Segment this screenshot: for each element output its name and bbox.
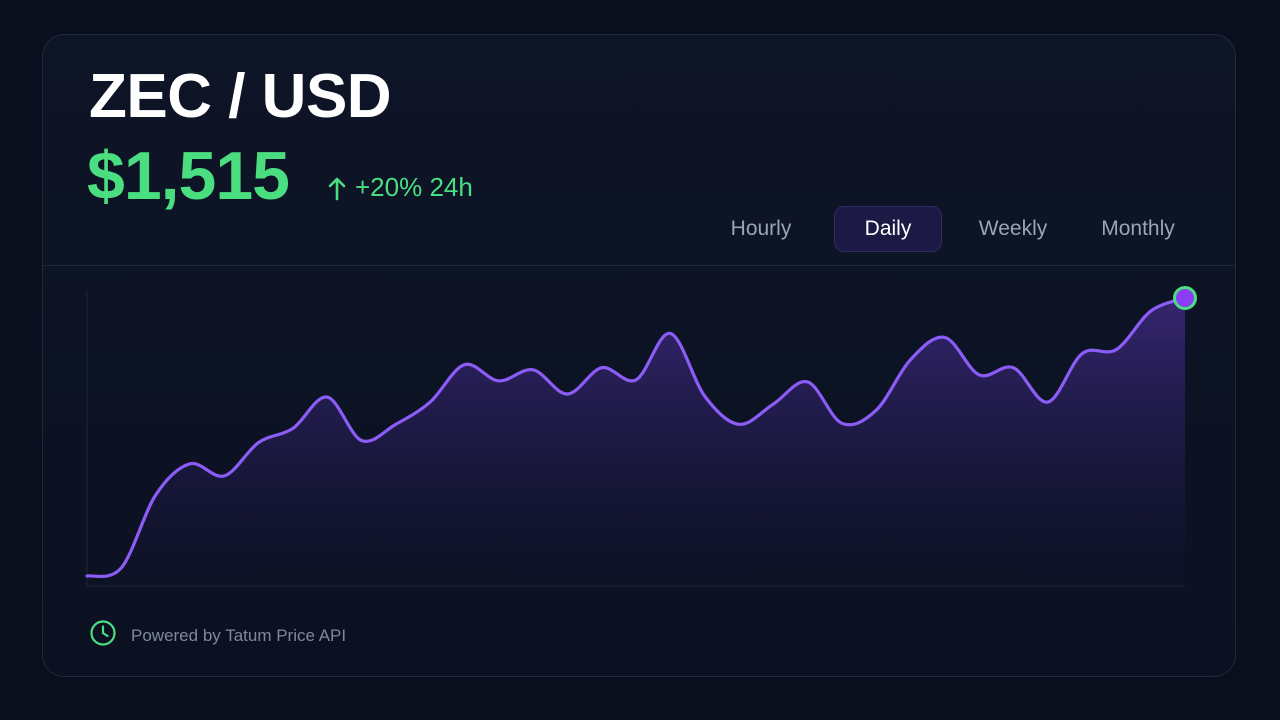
data-point <box>840 421 844 425</box>
tab-hourly[interactable]: Hourly <box>707 206 815 252</box>
data-point <box>771 402 775 406</box>
price-card: ZEC / USD $1,515 +20% 24h Hourly Daily W… <box>42 34 1236 677</box>
data-point <box>1149 309 1153 313</box>
data-point <box>1080 352 1084 356</box>
data-point <box>497 379 501 383</box>
data-point <box>634 378 638 382</box>
data-point <box>668 331 672 335</box>
data-point <box>85 574 89 578</box>
data-point <box>703 394 707 398</box>
data-point <box>600 366 604 370</box>
data-point <box>222 474 226 478</box>
data-point <box>257 441 261 445</box>
data-point <box>428 400 432 404</box>
arrow-up-icon <box>327 175 347 201</box>
price-chart <box>85 286 1197 587</box>
data-point <box>394 422 398 426</box>
data-point <box>462 363 466 367</box>
data-point <box>737 422 741 426</box>
footer-credit: Powered by Tatum Price API <box>131 625 347 645</box>
data-point <box>943 335 947 339</box>
data-point <box>531 368 535 372</box>
timeframe-tabs: Hourly Daily Weekly Monthly <box>707 206 1197 252</box>
data-point <box>874 408 878 412</box>
data-point <box>909 358 913 362</box>
footer: Powered by Tatum Price API <box>89 619 346 652</box>
data-point <box>325 395 329 399</box>
data-point <box>977 373 981 377</box>
data-point <box>188 462 192 466</box>
data-point <box>360 439 364 443</box>
latest-price-marker[interactable] <box>1173 286 1197 310</box>
pair-title: ZEC / USD <box>89 62 392 131</box>
tab-weekly[interactable]: Weekly <box>959 206 1067 252</box>
data-point <box>806 380 810 384</box>
chart-area-fill <box>87 298 1185 586</box>
data-point <box>1046 400 1050 404</box>
data-point <box>1011 366 1015 370</box>
data-point <box>154 493 158 497</box>
data-point <box>565 392 569 396</box>
price-change-label: +20% 24h <box>355 172 473 202</box>
current-price: $1,515 <box>87 138 290 214</box>
tab-daily[interactable]: Daily <box>834 206 942 252</box>
tab-monthly[interactable]: Monthly <box>1079 206 1197 252</box>
data-point <box>1114 348 1118 352</box>
clock-icon <box>89 619 117 652</box>
price-change: +20% 24h <box>327 172 473 203</box>
data-point <box>291 426 295 430</box>
data-point <box>119 566 123 570</box>
